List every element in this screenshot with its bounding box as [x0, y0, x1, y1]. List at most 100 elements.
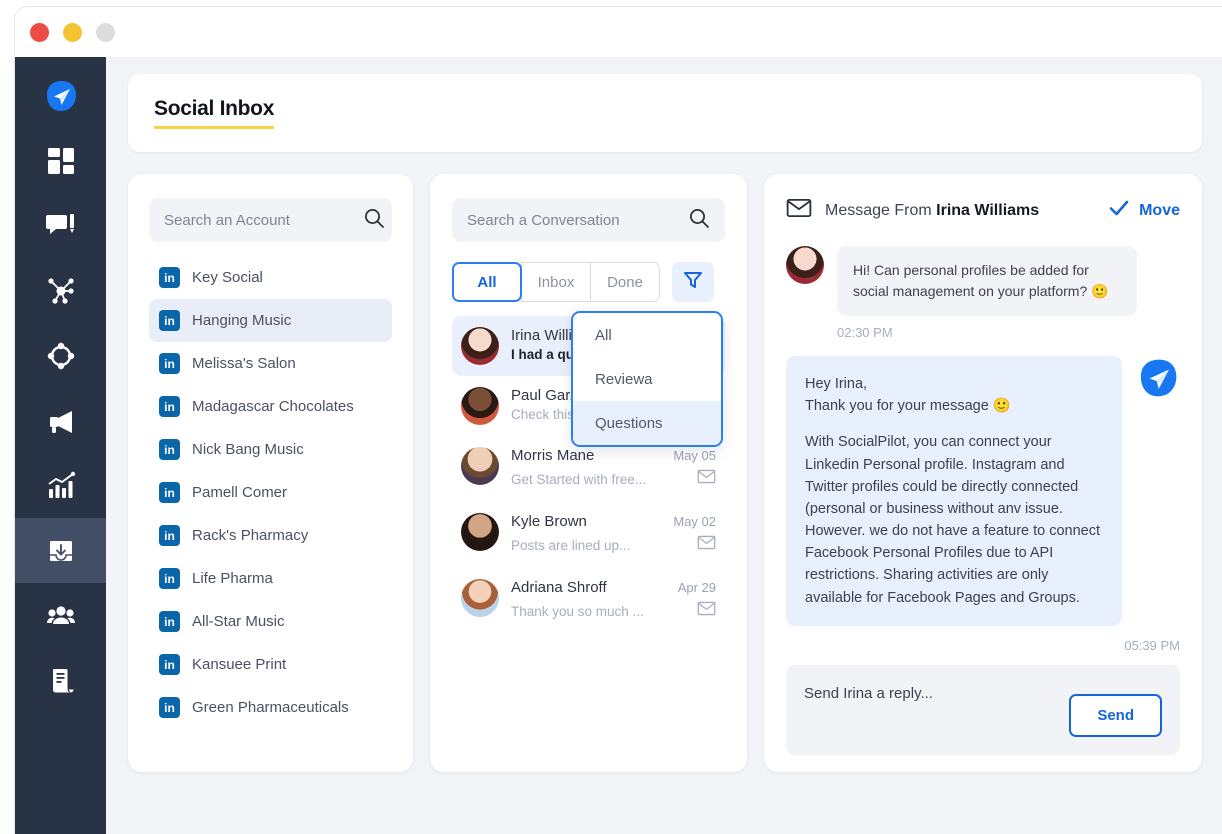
account-label: Life Pharma — [192, 570, 273, 587]
app-body: Social Inbox Search an Account in Key So… — [15, 57, 1222, 834]
sidebar-item-campaigns[interactable] — [15, 388, 106, 453]
paper-plane-icon — [43, 78, 79, 114]
linkedin-icon: in — [159, 353, 180, 374]
outgoing-greeting: Hey Irina, — [805, 376, 868, 392]
account-item[interactable]: in Nick Bang Music — [149, 428, 392, 471]
account-label: Melissa's Salon — [192, 355, 296, 372]
avatar — [461, 327, 499, 365]
message-header-title: Message From Irina Williams — [825, 202, 1039, 220]
sidebar-item-team[interactable] — [15, 583, 106, 648]
account-item[interactable]: in Kansuee Print — [149, 643, 392, 686]
move-button[interactable]: Move — [1108, 197, 1180, 224]
account-item[interactable]: in Hanging Music — [149, 299, 392, 342]
conversation-item[interactable]: Adriana Shroff Apr 29 Thank you so much … — [452, 568, 725, 634]
account-item[interactable]: in Green Pharmaceuticals — [149, 686, 392, 729]
move-label: Move — [1139, 201, 1180, 219]
tab-done[interactable]: Done — [590, 262, 660, 302]
envelope-icon[interactable] — [697, 467, 716, 491]
message-thread: Hi! Can personal profiles be added for s… — [786, 246, 1180, 658]
account-item[interactable]: in Pamell Comer — [149, 471, 392, 514]
panels-row: in Key Social in Hanging Music in Meliss… — [128, 174, 1202, 772]
outgoing-message-time: 05:39 PM — [1124, 637, 1180, 653]
conversation-filter-tabs: All Inbox Done — [452, 262, 725, 302]
window-titlebar — [15, 7, 1222, 57]
message-sender-name: Irina Williams — [936, 201, 1040, 219]
account-label: Kansuee Print — [192, 656, 287, 673]
conversation-name: Kyle Brown — [511, 513, 587, 530]
account-item[interactable]: in Madagascar Chocolates — [149, 385, 392, 428]
outgoing-body: With SocialPilot, you can connect your L… — [805, 434, 1101, 606]
account-search[interactable] — [149, 198, 392, 242]
envelope-icon — [786, 195, 812, 226]
filter-button[interactable] — [672, 262, 714, 302]
reply-composer[interactable]: Send — [786, 665, 1180, 755]
conversation-search[interactable] — [452, 198, 725, 242]
avatar — [461, 579, 499, 617]
reply-input[interactable] — [804, 685, 1070, 702]
minimize-window-button[interactable] — [63, 22, 82, 42]
dashboard-grid-icon — [46, 146, 76, 176]
outgoing-thanks: Thank you for your message 🙂 — [805, 398, 1011, 415]
search-icon — [688, 207, 710, 234]
tab-inbox[interactable]: Inbox — [521, 262, 591, 302]
conversation-preview: Thank you so much ... — [511, 603, 644, 619]
conversation-date: May 02 — [673, 514, 716, 529]
conversation-preview: Posts are lined up... — [511, 537, 631, 553]
avatar — [461, 447, 499, 485]
conversation-item[interactable]: Kyle Brown May 02 Posts are lined up... — [452, 502, 725, 568]
sidebar-item-targeting[interactable] — [15, 323, 106, 388]
send-button[interactable]: Send — [1069, 694, 1162, 737]
sidebar-item-dashboard[interactable] — [15, 128, 106, 193]
linkedin-icon: in — [159, 525, 180, 546]
sidebar-item-compose[interactable] — [15, 193, 106, 258]
linkedin-icon: in — [159, 611, 180, 632]
account-item[interactable]: in Rack's Pharmacy — [149, 514, 392, 557]
conversation-preview: Get Started with free... — [511, 471, 647, 487]
account-item[interactable]: in Life Pharma — [149, 557, 392, 600]
tabs-group: All Inbox Done — [452, 262, 660, 302]
search-icon — [363, 207, 385, 234]
linkedin-icon: in — [159, 267, 180, 288]
account-label: Madagascar Chocolates — [192, 398, 354, 415]
envelope-icon[interactable] — [697, 599, 716, 623]
search-account-input[interactable] — [164, 211, 363, 229]
sidebar-item-logo[interactable] — [15, 63, 106, 128]
linkedin-icon: in — [159, 310, 180, 331]
message-header: Message From Irina Williams Move — [786, 195, 1180, 226]
sidebar-item-analytics[interactable] — [15, 453, 106, 518]
sidebar-item-reports[interactable] — [15, 648, 106, 713]
page-title: Social Inbox — [154, 97, 274, 129]
linkedin-icon: in — [159, 697, 180, 718]
accounts-list: in Key Social in Hanging Music in Meliss… — [149, 256, 392, 729]
outgoing-message-bubble: Hey Irina, Thank you for your message 🙂 … — [786, 356, 1122, 626]
sidebar-item-network[interactable] — [15, 258, 106, 323]
paper-plane-icon — [1136, 356, 1180, 405]
document-icon — [46, 666, 76, 696]
tab-all[interactable]: All — [452, 262, 522, 302]
incoming-message: Hi! Can personal profiles be added for s… — [786, 246, 1180, 316]
close-window-button[interactable] — [30, 22, 49, 42]
account-label: Rack's Pharmacy — [192, 527, 309, 544]
account-item[interactable]: in Melissa's Salon — [149, 342, 392, 385]
account-item[interactable]: in Key Social — [149, 256, 392, 299]
filter-option-all[interactable]: All — [573, 313, 721, 357]
search-conversation-input[interactable] — [467, 211, 688, 229]
main-sidebar — [15, 57, 106, 834]
megaphone-icon — [46, 406, 76, 436]
chat-compose-icon — [45, 211, 76, 241]
envelope-icon[interactable] — [697, 533, 716, 557]
inbox-download-icon — [46, 536, 76, 566]
filter-funnel-icon — [682, 269, 704, 296]
filter-option-questions[interactable]: Questions — [573, 401, 721, 445]
linkedin-icon: in — [159, 396, 180, 417]
sidebar-item-inbox[interactable] — [15, 518, 106, 583]
conversations-panel: All Inbox Done — [430, 174, 747, 772]
check-icon — [1108, 197, 1130, 224]
filter-option-reviewa[interactable]: Reviewa — [573, 357, 721, 401]
maximize-window-button[interactable] — [96, 22, 115, 42]
account-item[interactable]: in All-Star Music — [149, 600, 392, 643]
conversation-date: Apr 29 — [677, 580, 716, 595]
accounts-panel: in Key Social in Hanging Music in Meliss… — [128, 174, 413, 772]
incoming-message-text: Hi! Can personal profiles be added for s… — [837, 246, 1137, 316]
users-group-icon — [46, 601, 76, 631]
